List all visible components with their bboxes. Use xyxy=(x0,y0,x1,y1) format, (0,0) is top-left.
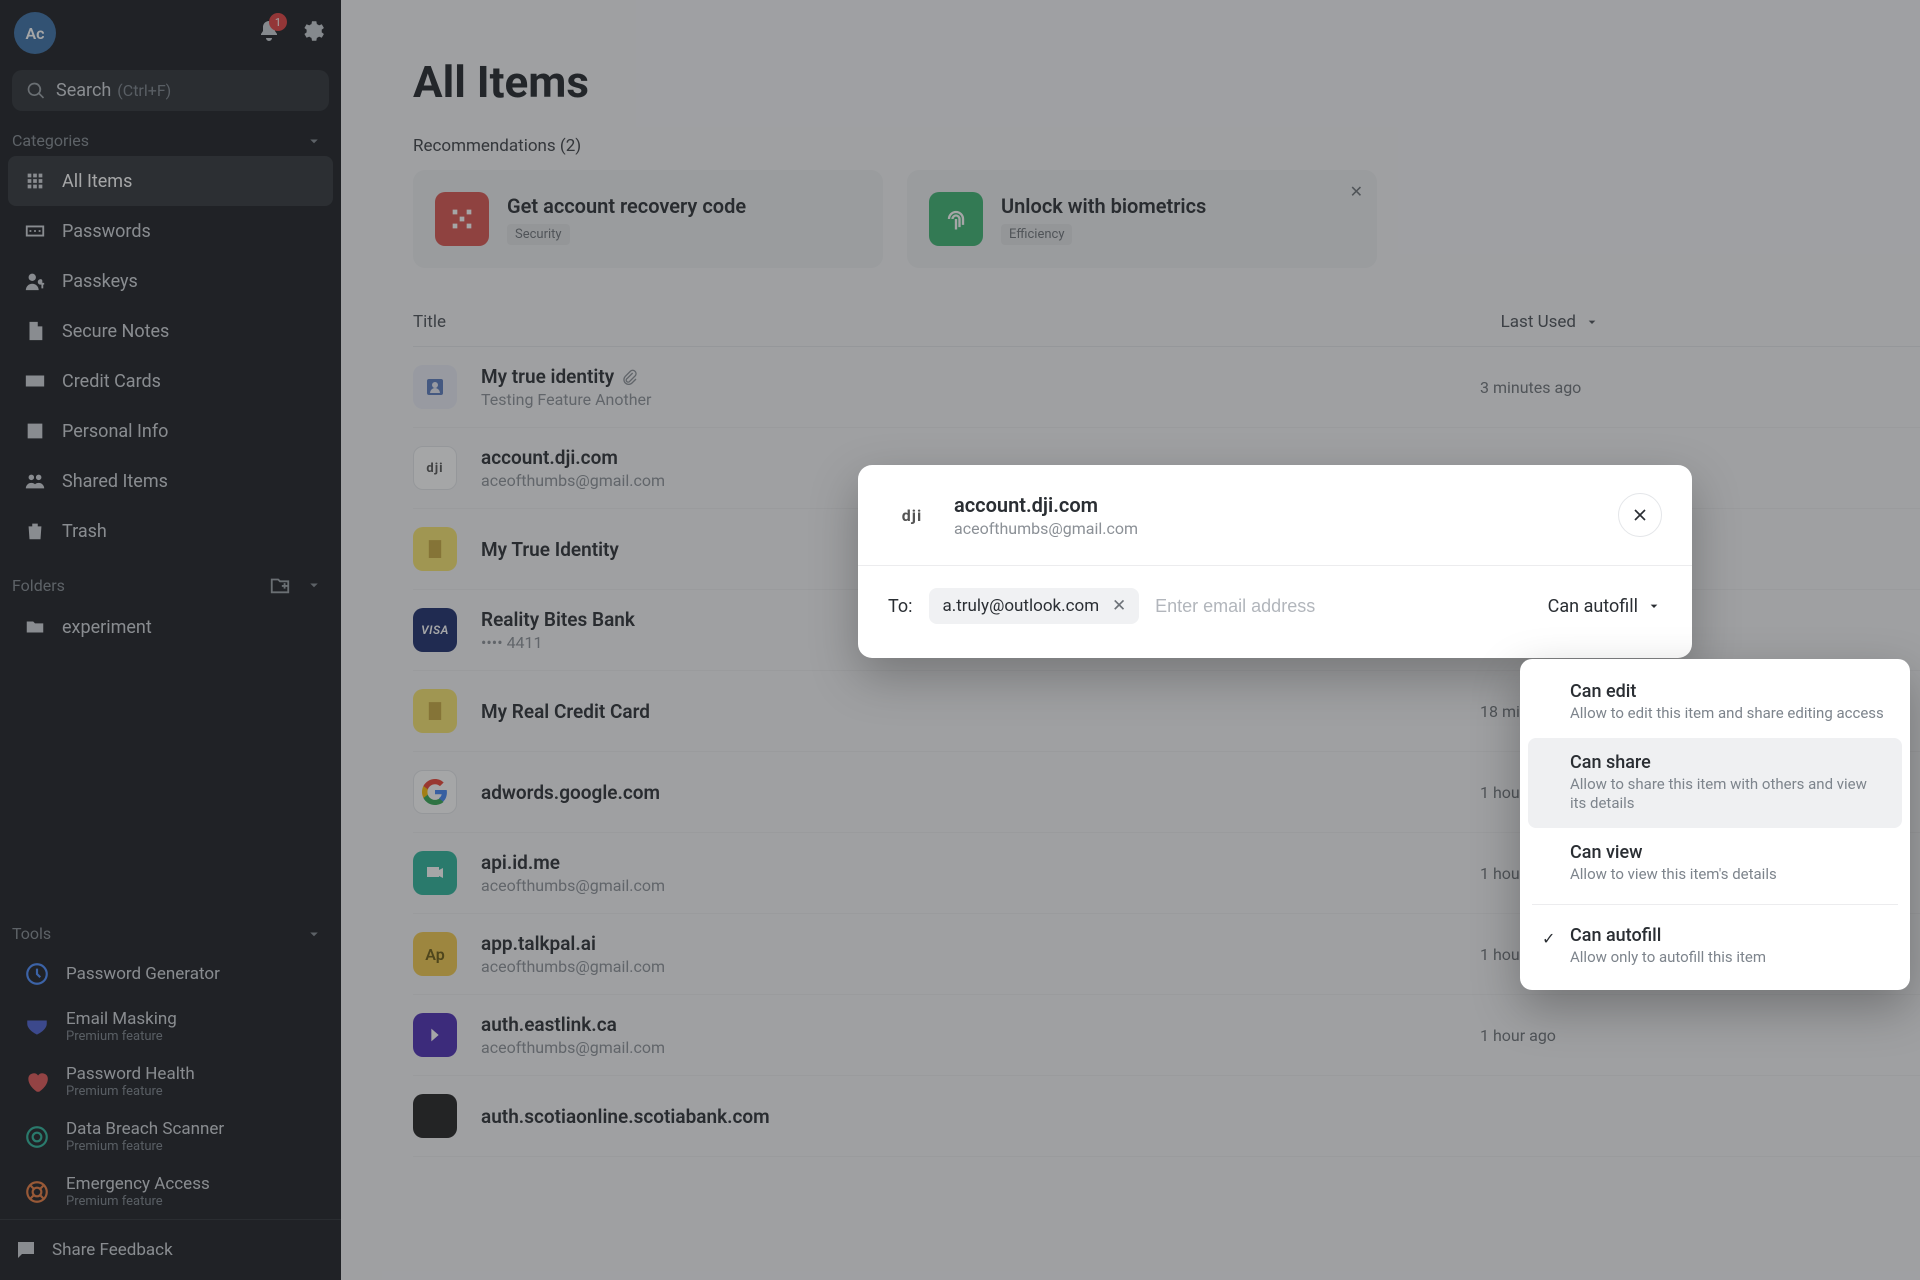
permission-dropdown: Can edit Allow to edit this item and sha… xyxy=(1520,659,1910,990)
modal-subtitle: aceofthumbs@gmail.com xyxy=(954,519,1618,538)
permission-option-can-edit[interactable]: Can edit Allow to edit this item and sha… xyxy=(1528,667,1902,738)
email-input[interactable] xyxy=(1155,596,1532,617)
permission-option-can-share[interactable]: Can share Allow to share this item with … xyxy=(1528,738,1902,828)
to-label: To: xyxy=(888,596,913,617)
dropdown-separator xyxy=(1532,904,1898,905)
permission-option-can-view[interactable]: Can view Allow to view this item's detai… xyxy=(1528,828,1902,899)
dji-icon: dji xyxy=(888,491,936,539)
modal-title: account.dji.com xyxy=(954,493,1618,517)
permission-dropdown-trigger[interactable]: Can autofill xyxy=(1548,596,1662,617)
close-button[interactable] xyxy=(1618,493,1662,537)
remove-icon[interactable]: ✕ xyxy=(1109,596,1129,616)
close-icon xyxy=(1630,505,1650,525)
email-chip[interactable]: a.truly@outlook.com ✕ xyxy=(929,588,1140,624)
permission-option-can-autofill[interactable]: ✓ Can autofill Allow only to autofill th… xyxy=(1528,911,1902,982)
check-icon: ✓ xyxy=(1542,929,1555,948)
share-modal: dji account.dji.com aceofthumbs@gmail.co… xyxy=(858,465,1692,658)
chevron-down-icon xyxy=(1646,598,1662,614)
